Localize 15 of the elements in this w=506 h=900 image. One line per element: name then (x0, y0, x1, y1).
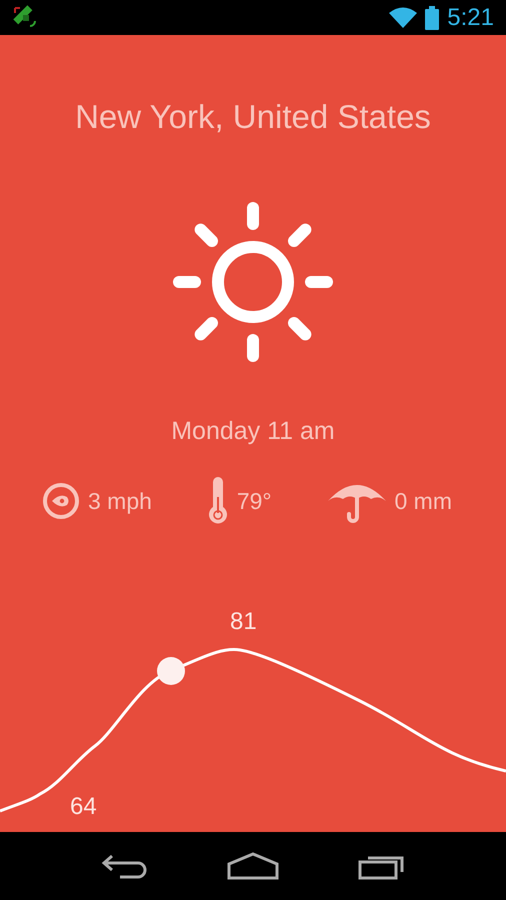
high-temperature-label: 81 (230, 607, 257, 637)
stat-value: 3 mph (88, 486, 152, 516)
back-icon (100, 852, 148, 880)
clock-time: 5:21 (447, 2, 494, 32)
location-title: New York, United States (75, 97, 431, 137)
low-temperature-label: 64 (70, 792, 97, 822)
current-point (157, 657, 185, 685)
wifi-icon (389, 6, 418, 28)
home-icon (226, 852, 279, 880)
stat-value: 0 mm (394, 486, 452, 516)
stat-value: 79° (236, 486, 272, 516)
compass-icon (42, 482, 80, 520)
date-time: Monday 11 am (171, 416, 335, 447)
thermometer-icon (206, 477, 229, 525)
battery-icon (425, 6, 440, 30)
